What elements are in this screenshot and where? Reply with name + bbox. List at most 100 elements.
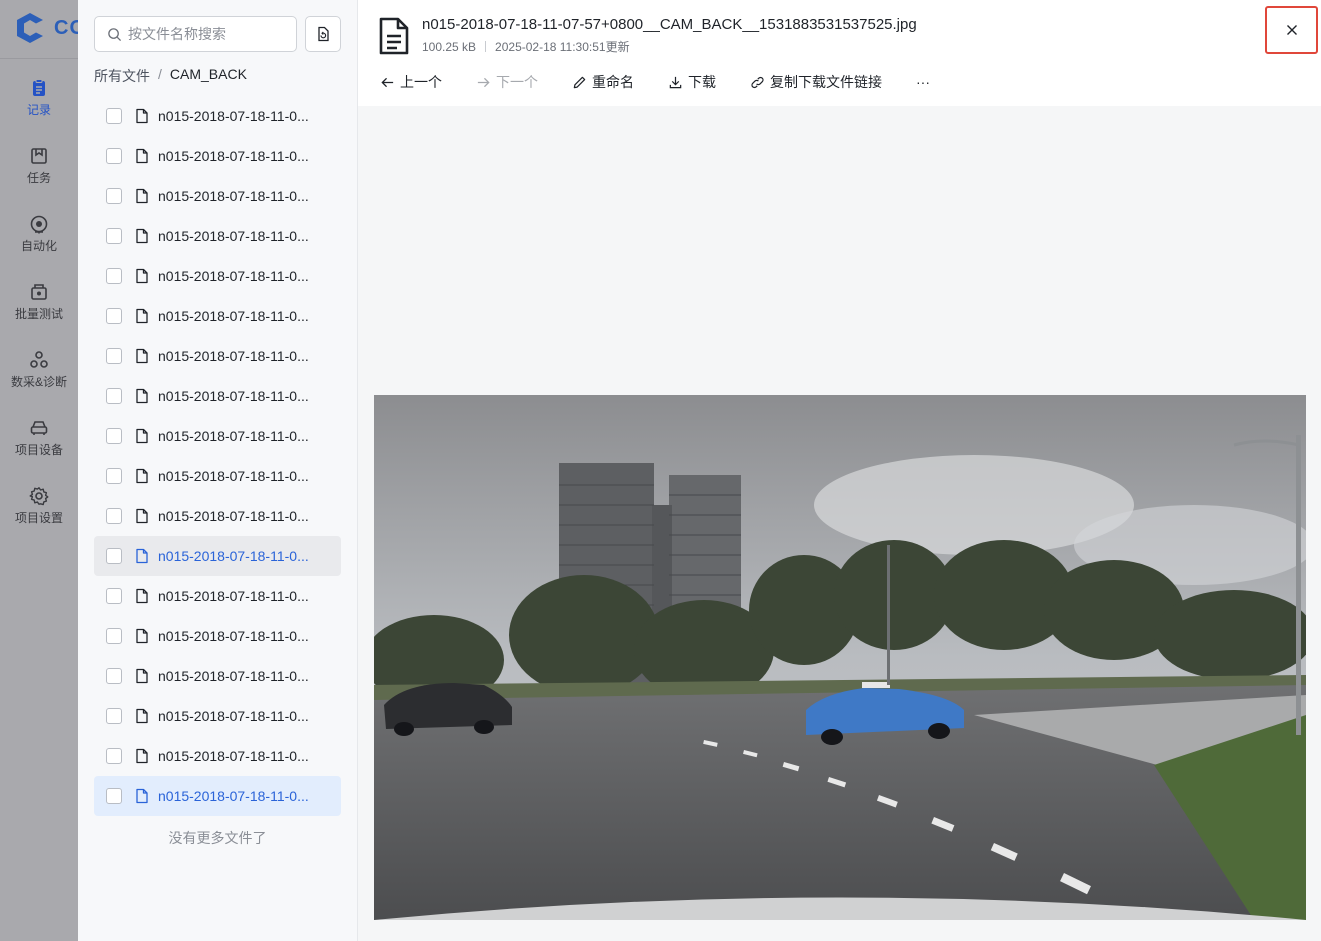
prev-button[interactable]: 上一个 [380, 72, 442, 92]
rename-label: 重命名 [592, 74, 634, 90]
file-checkbox[interactable] [106, 188, 122, 204]
no-more-files: 没有更多文件了 [168, 830, 267, 846]
camera-image [374, 395, 1306, 920]
device-icon [30, 421, 48, 435]
file-row[interactable]: n015-2018-07-18-11-0... [94, 536, 341, 576]
file-row[interactable]: n015-2018-07-18-11-0... [94, 616, 341, 656]
meta-divider [485, 41, 487, 52]
breadcrumb-root[interactable]: 所有文件 [94, 66, 150, 86]
record-icon [33, 79, 45, 96]
file-checkbox[interactable] [106, 628, 122, 644]
search-input[interactable] [128, 26, 288, 42]
file-checkbox[interactable] [106, 228, 122, 244]
nav-item-batch-test[interactable]: 批量测试 [0, 272, 78, 332]
pencil-icon [573, 76, 586, 88]
file-checkbox[interactable] [106, 428, 122, 444]
nav-item-records[interactable]: 记录 [0, 68, 78, 128]
file-row[interactable]: n015-2018-07-18-11-0... [94, 576, 341, 616]
file-row[interactable]: n015-2018-07-18-11-0... [94, 696, 341, 736]
breadcrumb-separator: / [158, 66, 162, 82]
file-icon [136, 628, 148, 644]
file-icon [136, 788, 148, 804]
arrow-left-icon [381, 77, 394, 87]
file-name: n015-2018-07-18-11-0... [158, 708, 309, 724]
file-checkbox[interactable] [106, 588, 122, 604]
file-row[interactable]: n015-2018-07-18-11-0... [94, 376, 341, 416]
file-row[interactable]: n015-2018-07-18-11-0... [94, 176, 341, 216]
file-icon [136, 748, 148, 764]
file-row[interactable]: n015-2018-07-18-11-0... [94, 336, 341, 376]
file-checkbox[interactable] [106, 668, 122, 684]
file-checkbox[interactable] [106, 308, 122, 324]
file-row[interactable]: n015-2018-07-18-11-0... [94, 136, 341, 176]
nav-label: 项目设置 [14, 511, 63, 525]
nav-item-diagnosis[interactable]: 数采&诊断 [0, 340, 78, 400]
nav-label: 项目设备 [14, 443, 63, 457]
nav-label: 记录 [26, 103, 51, 117]
file-name: n015-2018-07-18-11-0... [158, 308, 309, 324]
file-icon [136, 228, 148, 244]
file-row[interactable]: n015-2018-07-18-11-0... [94, 296, 341, 336]
file-icon [136, 468, 148, 484]
image-viewer [358, 106, 1321, 941]
file-row[interactable]: n015-2018-07-18-11-0... [94, 96, 341, 136]
file-meta: 100.25 kB 2025-02-18 11:30:51更新 [422, 38, 630, 55]
file-list: n015-2018-07-18-11-0... n015-2018-07-18-1… [94, 96, 341, 816]
file-row[interactable]: n015-2018-07-18-11-0... [94, 496, 341, 536]
file-name: n015-2018-07-18-11-0... [158, 668, 309, 684]
file-name: n015-2018-07-18-11-0... [158, 588, 309, 604]
close-icon [1286, 25, 1297, 35]
nav-item-devices[interactable]: 项目设备 [0, 408, 78, 468]
automation-icon [30, 215, 48, 234]
file-checkbox[interactable] [106, 388, 122, 404]
brand-logo[interactable]: CO [14, 11, 78, 47]
task-icon [31, 148, 47, 164]
file-row[interactable]: n015-2018-07-18-11-0... [94, 416, 341, 456]
file-icon [136, 268, 148, 284]
file-checkbox[interactable] [106, 148, 122, 164]
file-checkbox[interactable] [106, 108, 122, 124]
file-checkbox[interactable] [106, 548, 122, 564]
nav-item-automation[interactable]: 自动化 [0, 204, 78, 264]
file-row[interactable]: n015-2018-07-18-11-0... [94, 656, 341, 696]
copy-link-button[interactable]: 复制下载文件链接 [750, 72, 882, 92]
file-checkbox[interactable] [106, 508, 122, 524]
file-checkbox[interactable] [106, 348, 122, 364]
breadcrumb-current: CAM_BACK [169, 66, 247, 82]
file-checkbox[interactable] [106, 708, 122, 724]
file-name: n015-2018-07-18-11-0... [158, 748, 309, 764]
more-icon: ··· [916, 74, 930, 90]
nav-item-tasks[interactable]: 任务 [0, 136, 78, 196]
file-sync-icon [318, 26, 329, 42]
file-row[interactable]: n015-2018-07-18-11-0... [94, 216, 341, 256]
file-row[interactable]: n015-2018-07-18-11-0... [94, 736, 341, 776]
street-scene-image [374, 395, 1306, 920]
logo-text: CO [54, 17, 78, 39]
nav-label: 批量测试 [14, 307, 63, 321]
file-row[interactable]: n015-2018-07-18-11-0... [94, 776, 341, 816]
file-row[interactable]: n015-2018-07-18-11-0... [94, 456, 341, 496]
file-checkbox[interactable] [106, 268, 122, 284]
file-checkbox[interactable] [106, 468, 122, 484]
preview-pane: n015-2018-07-18-11-07-57+0800__CAM_BACK_… [358, 0, 1321, 941]
more-button[interactable]: ··· [916, 74, 930, 90]
search-box[interactable] [94, 16, 297, 52]
nav-divider [0, 58, 78, 59]
file-checkbox[interactable] [106, 748, 122, 764]
file-icon [136, 108, 148, 124]
file-icon [136, 508, 148, 524]
close-button[interactable] [1265, 6, 1318, 54]
rename-button[interactable]: 重命名 [572, 72, 634, 92]
nav-item-settings[interactable]: 项目设置 [0, 476, 78, 536]
link-icon [751, 76, 764, 88]
file-icon [136, 188, 148, 204]
file-checkbox[interactable] [106, 788, 122, 804]
file-name: n015-2018-07-18-11-0... [158, 508, 309, 524]
new-file-button[interactable] [305, 16, 341, 52]
file-icon [136, 308, 148, 324]
file-name: n015-2018-07-18-11-0... [158, 628, 309, 644]
search-icon [108, 27, 122, 41]
next-button[interactable]: 下一个 [476, 72, 538, 92]
file-row[interactable]: n015-2018-07-18-11-0... [94, 256, 341, 296]
download-button[interactable]: 下载 [668, 72, 716, 92]
